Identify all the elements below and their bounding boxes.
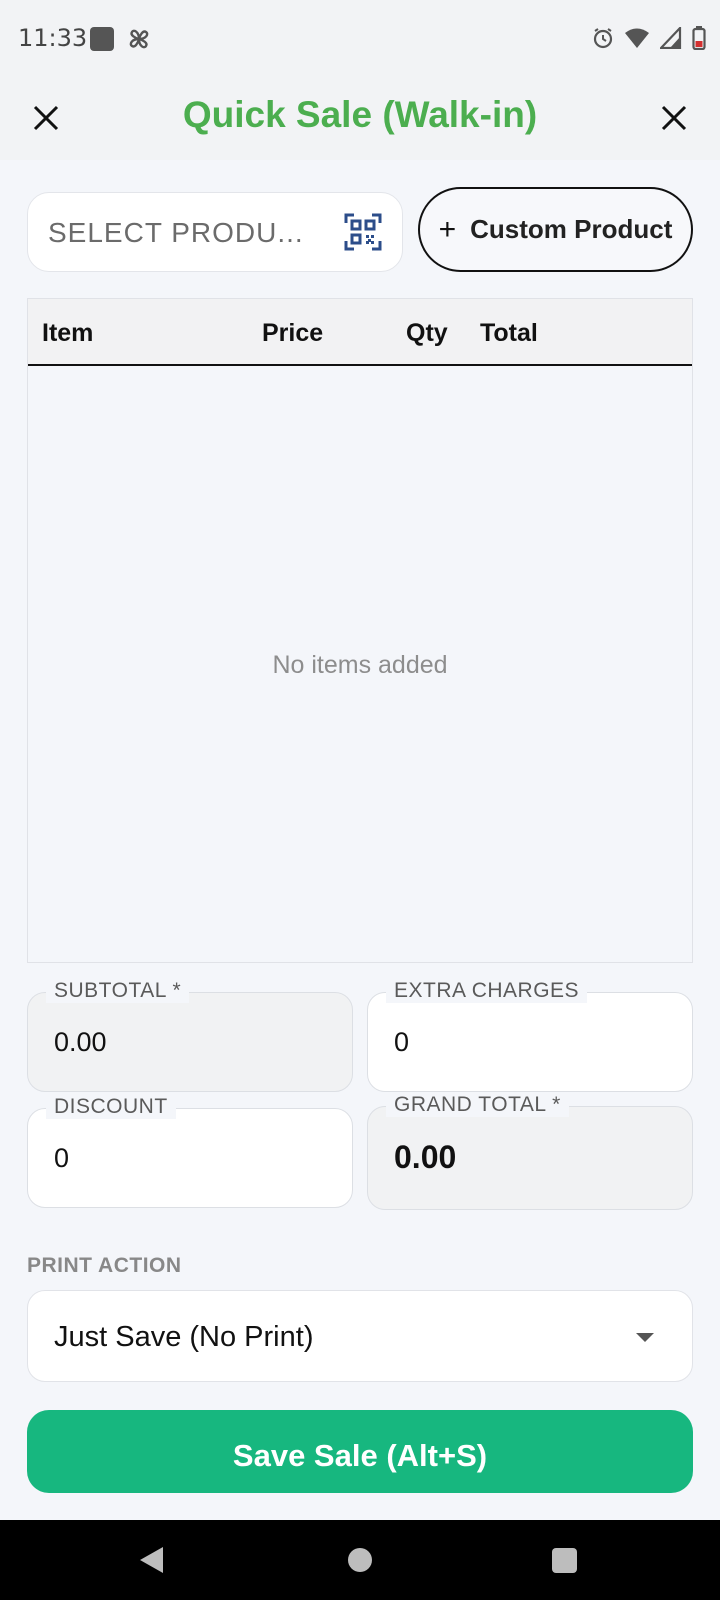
grand-total-value: 0.00 — [394, 1139, 457, 1175]
column-header-qty: Qty — [406, 319, 448, 347]
back-icon[interactable] — [140, 1547, 163, 1573]
alarm-icon — [592, 27, 614, 54]
extra-charges-field[interactable]: EXTRA CHARGES — [367, 979, 693, 1092]
fan-icon — [126, 26, 152, 57]
extra-charges-input[interactable] — [394, 1027, 664, 1058]
empty-state-message: No items added — [272, 651, 448, 679]
print-action-select[interactable]: Just Save (No Print) — [27, 1290, 693, 1382]
subtotal-label: SUBTOTAL * — [46, 979, 190, 1003]
items-table: Item Price Qty Total No items added — [27, 298, 693, 963]
wifi-icon — [624, 27, 650, 54]
grand-total-label: GRAND TOTAL * — [386, 1093, 569, 1117]
home-icon[interactable] — [348, 1548, 372, 1572]
app-square-icon — [90, 27, 114, 51]
product-select-field[interactable] — [27, 192, 403, 272]
custom-product-label: Custom Product — [470, 214, 673, 244]
grand-total-field: GRAND TOTAL * 0.00 — [367, 1093, 693, 1210]
product-search-input[interactable] — [48, 213, 328, 253]
custom-product-button[interactable]: + Custom Product — [418, 187, 693, 272]
status-icons — [592, 25, 706, 55]
plus-icon: + — [438, 212, 457, 246]
print-action-value: Just Save (No Print) — [54, 1321, 314, 1353]
discount-field[interactable]: DISCOUNT — [27, 1095, 353, 1208]
signal-icon — [658, 25, 682, 54]
app-header: Quick Sale (Walk-in) — [0, 78, 720, 160]
dropdown-arrow-icon — [636, 1333, 654, 1342]
status-bar: 11:33 — [0, 0, 720, 78]
system-nav-bar — [0, 1520, 720, 1600]
save-sale-label: Save Sale (Alt+S) — [232, 1438, 488, 1473]
subtotal-field: SUBTOTAL * 0.00 — [27, 979, 353, 1092]
subtotal-value: 0.00 — [54, 1027, 107, 1057]
page-title: Quick Sale (Walk-in) — [182, 94, 538, 135]
recents-icon[interactable] — [552, 1548, 577, 1573]
battery-icon — [692, 26, 706, 55]
column-header-item: Item — [42, 319, 94, 347]
discount-label: DISCOUNT — [46, 1095, 176, 1119]
column-header-price: Price — [262, 319, 324, 347]
status-time: 11:33 — [18, 24, 88, 52]
discount-input[interactable] — [54, 1143, 324, 1174]
close-icon[interactable] — [652, 96, 696, 140]
table-header: Item Price Qty Total — [28, 299, 692, 366]
extra-charges-label: EXTRA CHARGES — [386, 979, 588, 1003]
column-header-total: Total — [480, 319, 538, 347]
save-sale-button[interactable]: Save Sale (Alt+S) — [27, 1410, 693, 1493]
qr-scan-icon[interactable] — [344, 213, 382, 251]
print-action-label: PRINT ACTION — [27, 1254, 182, 1277]
